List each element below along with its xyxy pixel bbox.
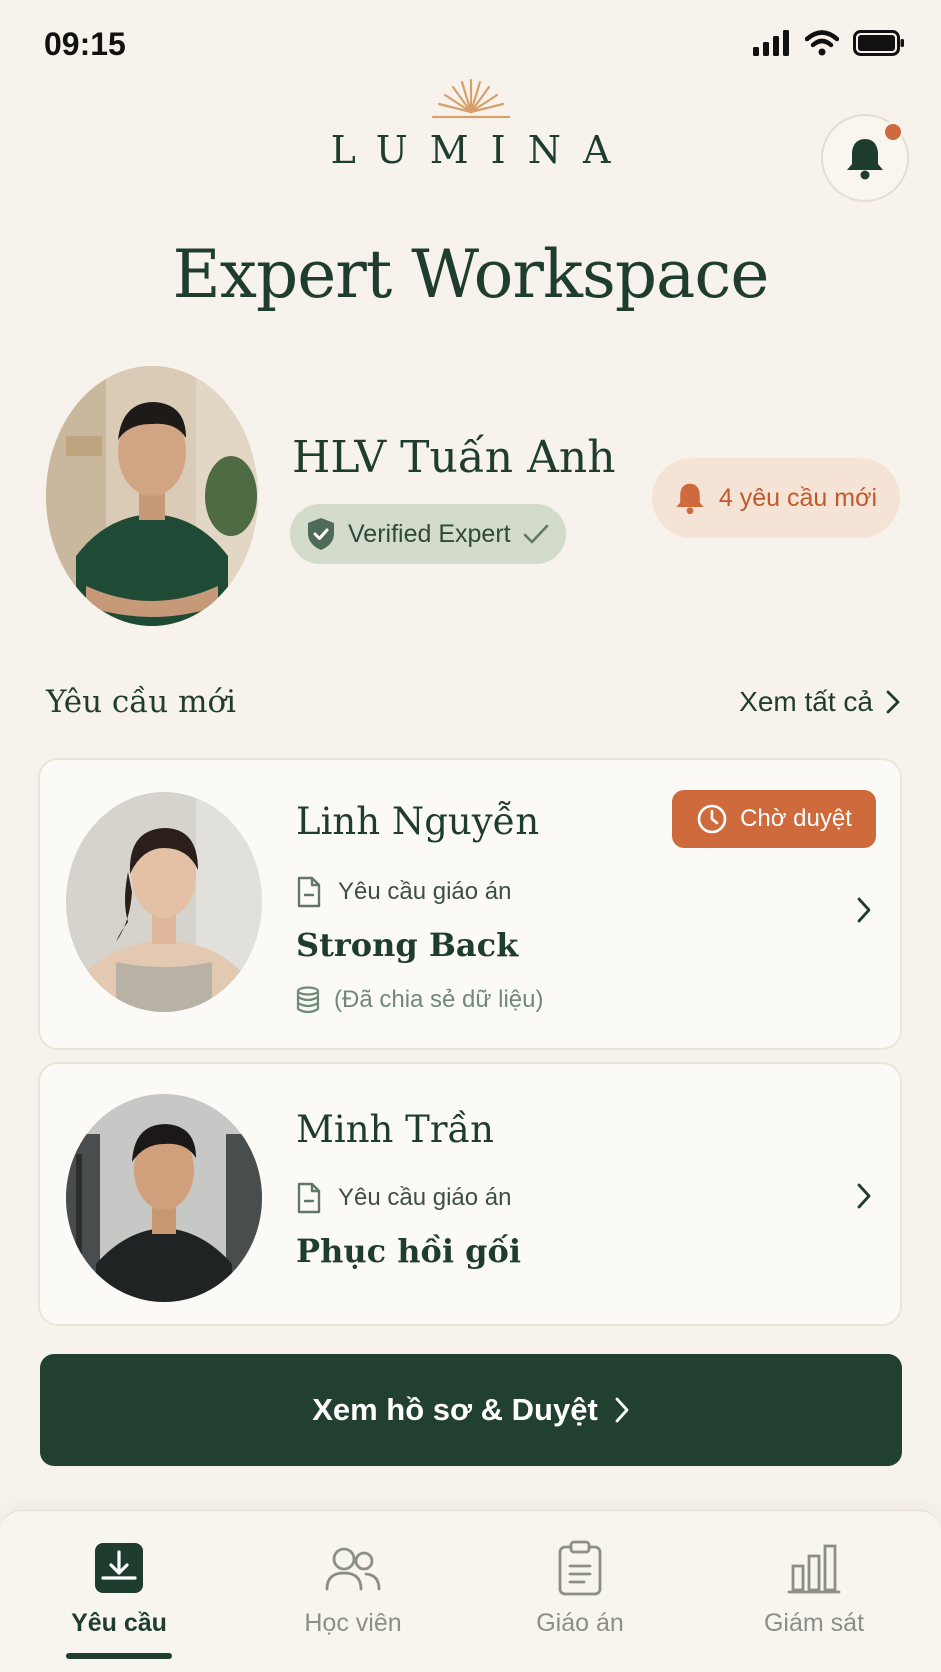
nav-label: Giám sát [763,1609,865,1637]
nav-label: Học viên [304,1609,402,1637]
status-icons [753,30,905,56]
client-avatar [66,792,262,1012]
request-type: Yêu cầu giáo án [296,1182,511,1214]
active-tab-indicator [66,1653,172,1659]
bar-chart-icon [787,1544,841,1594]
request-card[interactable]: Linh Nguyễn Chờ duyệt Yêu cầu giáo án St… [38,758,902,1050]
bottom-nav: Yêu cầu Học viên Giáo án Giám sát [0,1510,941,1672]
chevron-right-icon [615,1397,629,1423]
document-icon [297,876,321,908]
bell-icon [847,139,883,180]
review-profile-button[interactable]: Xem hồ sơ & Duyệt [40,1354,902,1466]
chevron-right-icon [886,690,900,714]
plan-name: Strong Back [296,926,519,964]
users-icon [325,1547,381,1591]
database-icon [296,986,320,1014]
check-icon [523,524,548,544]
notification-button[interactable] [821,114,909,202]
section-title: Yêu cầu mới [46,684,237,720]
cta-label: Xem hồ sơ & Duyệt [312,1392,598,1427]
status-time: 09:15 [44,26,126,62]
nav-item-students[interactable]: Học viên [253,1537,453,1638]
document-icon [297,1182,321,1214]
notification-dot [883,122,903,142]
chevron-right-icon[interactable] [856,896,872,924]
expert-workspace-screen: 09:15 LUMINA Expert Workspace HLV Tuấn A… [0,0,941,1672]
shield-check-icon [308,518,334,550]
request-card[interactable]: Minh Trần Yêu cầu giáo án Phục hồi gối [38,1062,902,1326]
expert-name: HLV Tuấn Anh [292,432,616,483]
status-label: Chờ duyệt [740,805,852,832]
clock-icon [697,804,727,834]
see-all-link[interactable]: Xem tất cả [739,686,901,718]
bell-icon [676,483,704,515]
verified-badge: Verified Expert [290,504,566,564]
client-name: Minh Trần [296,1108,495,1151]
nav-label: Yêu cầu [71,1609,167,1637]
shared-note-label: (Đã chia sẻ dữ liệu) [334,986,544,1013]
brand-logo: LUMINA [0,76,941,172]
pending-status-badge: Chờ duyệt [672,790,876,848]
client-name: Linh Nguyễn [296,800,540,843]
verified-label: Verified Expert [348,519,511,548]
page-title: Expert Workspace [172,236,770,313]
nav-item-requests[interactable]: Yêu cầu [19,1537,219,1638]
sun-logo-icon [431,78,510,119]
nav-label: Giáo án [536,1609,624,1637]
request-type-label: Yêu cầu giáo án [338,1184,512,1211]
battery-icon [853,30,904,56]
nav-item-monitoring[interactable]: Giám sát [714,1537,914,1638]
brand-name: LUMINA [330,128,633,172]
request-type-label: Yêu cầu giáo án [338,878,512,905]
request-type: Yêu cầu giáo án [296,876,511,908]
plan-name: Phục hồi gối [296,1232,521,1270]
client-avatar [66,1094,262,1302]
inbox-download-icon [95,1543,143,1593]
wifi-icon [805,30,839,56]
nav-item-plans[interactable]: Giáo án [480,1537,680,1638]
signal-icon [753,30,789,56]
clipboard-icon [558,1540,602,1596]
see-all-label: Xem tất cả [739,686,873,717]
chevron-right-icon[interactable] [856,1182,872,1210]
expert-avatar [46,366,258,626]
new-requests-badge[interactable]: 4 yêu cầu mới [652,458,900,538]
new-requests-label: 4 yêu cầu mới [718,483,878,512]
shared-data-note: (Đã chia sẻ dữ liệu) [296,986,543,1014]
